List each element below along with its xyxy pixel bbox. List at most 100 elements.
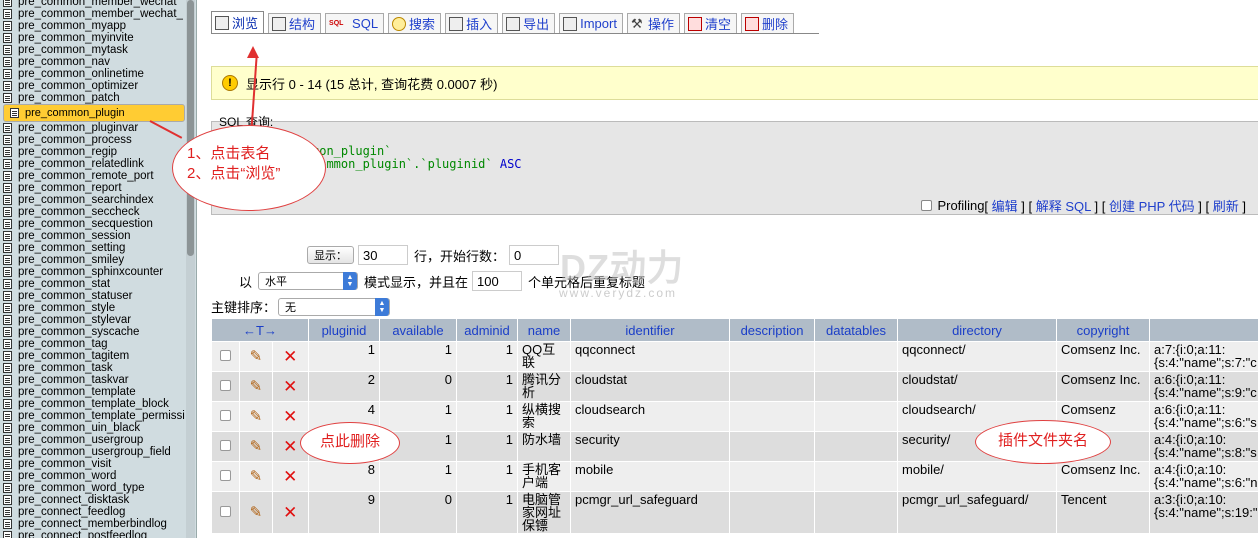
sidebar-table-item[interactable]: pre_connect_postfeedlog [3,530,185,538]
table-icon[interactable] [3,183,12,193]
sidebar-table-item[interactable]: pre_common_relatedlink [3,158,185,170]
show-button[interactable]: 显示： [307,246,354,264]
row-checkbox[interactable] [220,350,232,361]
table-icon[interactable] [3,57,12,67]
sidebar-table-item[interactable]: pre_common_sphinxcounter [3,266,185,278]
table-icon[interactable] [3,243,12,253]
sidebar-table-label[interactable]: pre_common_visit [18,458,111,470]
table-icon[interactable] [3,123,12,133]
table-icon[interactable] [3,495,12,505]
sidebar-table-item[interactable]: pre_connect_feedlog [3,506,185,518]
sidebar-table-label[interactable]: pre_common_patch [18,92,120,104]
sidebar-table-item[interactable]: pre_common_myapp [3,20,185,32]
sidebar-table-label[interactable]: pre_common_searchindex [18,194,154,206]
table-icon[interactable] [10,108,19,118]
table-icon[interactable] [3,159,12,169]
row-checkbox[interactable] [220,380,232,391]
sql-link[interactable]: 刷新 [1213,199,1239,214]
sidebar-table-item[interactable]: pre_connect_memberbindlog [3,518,185,530]
sidebar-table-label[interactable]: pre_connect_disktask [18,494,129,506]
table-icon[interactable] [3,69,12,79]
table-icon[interactable] [3,9,12,19]
table-icon[interactable] [3,33,12,43]
sidebar-table-item[interactable]: pre_common_uin_black [3,422,185,434]
sidebar-table-item[interactable]: pre_common_regip [3,146,185,158]
delete-icon[interactable]: ✕ [283,468,297,485]
sidebar-table-label[interactable]: pre_common_syscache [18,326,139,338]
tab-export[interactable]: 导出 [502,13,556,33]
table-icon[interactable] [3,363,12,373]
column-header-identifier[interactable]: identifier [571,319,729,341]
sidebar-table-label[interactable]: pre_connect_memberbindlog [18,518,167,530]
table-icon[interactable] [3,81,12,91]
sidebar-table-item[interactable]: pre_common_nav [3,56,185,68]
table-icon[interactable] [3,267,12,277]
column-header-description[interactable]: description [730,319,814,341]
table-icon[interactable] [3,0,12,7]
sidebar-table-item[interactable]: pre_common_template_permission [3,410,185,422]
tab-sql[interactable]: SQL SQL [325,13,385,33]
table-icon[interactable] [3,339,12,349]
sidebar-table-item[interactable]: pre_common_stat [3,278,185,290]
table-icon[interactable] [3,447,12,457]
row-checkbox[interactable] [220,410,232,421]
table-icon[interactable] [3,219,12,229]
sidebar-table-item[interactable]: pre_common_member_wechat [3,0,185,8]
sidebar-table-item[interactable]: pre_common_plugin [3,104,185,122]
sidebar-table-item[interactable]: pre_common_remote_port [3,170,185,182]
edit-icon[interactable]: ✎ [250,349,263,364]
table-icon[interactable] [3,255,12,265]
sidebar-table-item[interactable]: pre_common_mytask [3,44,185,56]
row-checkbox[interactable] [220,440,232,451]
table-icon[interactable] [3,351,12,361]
sidebar-table-label[interactable]: pre_common_word [18,470,116,482]
sql-link[interactable]: 编辑 [992,199,1018,214]
sidebar-table-label[interactable]: pre_connect_feedlog [18,506,125,518]
table-icon[interactable] [3,135,12,145]
edit-icon[interactable]: ✎ [250,409,263,424]
sidebar-table-label[interactable]: pre_common_regip [18,146,117,158]
sidebar-table-label[interactable]: pre_common_plugin [25,107,125,119]
sidebar-table-label[interactable]: pre_common_member_wechat [18,0,177,8]
sidebar-table-item[interactable]: pre_common_seccheck [3,206,185,218]
sidebar-table-item[interactable]: pre_common_myinvite [3,32,185,44]
table-icon[interactable] [3,171,12,181]
sidebar-table-item[interactable]: pre_common_visit [3,458,185,470]
sidebar-table-item[interactable]: pre_common_tag [3,338,185,350]
sidebar-table-label[interactable]: pre_common_pluginvar [18,122,138,134]
sidebar-table-item[interactable]: pre_common_word [3,470,185,482]
sort-select[interactable]: 无 ▲ ▼ [278,297,391,316]
column-header-datatables[interactable]: datatables [815,319,897,341]
sidebar-table-item[interactable]: pre_common_word_type [3,482,185,494]
sidebar-table-label[interactable]: pre_common_template_block [18,398,169,410]
sidebar-scrollbar-thumb[interactable] [187,0,194,256]
sidebar-table-label[interactable]: pre_common_report [18,182,122,194]
delete-icon[interactable]: ✕ [283,408,297,425]
repeat-header-input[interactable]: 100 [472,271,523,291]
edit-icon[interactable]: ✎ [250,469,263,484]
sidebar-table-label[interactable]: pre_common_stat [18,278,110,290]
table-icon[interactable] [3,531,12,538]
row-checkbox[interactable] [220,506,232,517]
table-icon[interactable] [3,399,12,409]
table-icon[interactable] [3,93,12,103]
table-icon[interactable] [3,45,12,55]
sidebar-table-label[interactable]: pre_common_nav [18,56,110,68]
sidebar-table-label[interactable]: pre_common_template [18,386,136,398]
sidebar-table-label[interactable]: pre_common_session [18,230,131,242]
sidebar-table-item[interactable]: pre_common_optimizer [3,80,185,92]
sidebar-table-item[interactable]: pre_common_usergroup_field [3,446,185,458]
column-header-directory[interactable]: directory [898,319,1056,341]
sidebar-table-item[interactable]: pre_common_patch [3,92,185,104]
sidebar-table-label[interactable]: pre_common_myapp [18,20,126,32]
mode-select[interactable]: 水平 ▲ ▼ [258,272,359,290]
column-header-pluginid[interactable]: pluginid [309,319,379,341]
sidebar-table-label[interactable]: pre_common_stylevar [18,314,131,326]
sidebar-table-label[interactable]: pre_common_template_permission [18,410,185,422]
sidebar-table-label[interactable]: pre_common_optimizer [18,80,138,92]
sidebar-table-label[interactable]: pre_common_style [18,302,115,314]
table-icon[interactable] [3,423,12,433]
table-icon[interactable] [3,147,12,157]
sidebar-table-item[interactable]: pre_common_setting [3,242,185,254]
column-header-m[interactable]: m [1150,319,1258,341]
